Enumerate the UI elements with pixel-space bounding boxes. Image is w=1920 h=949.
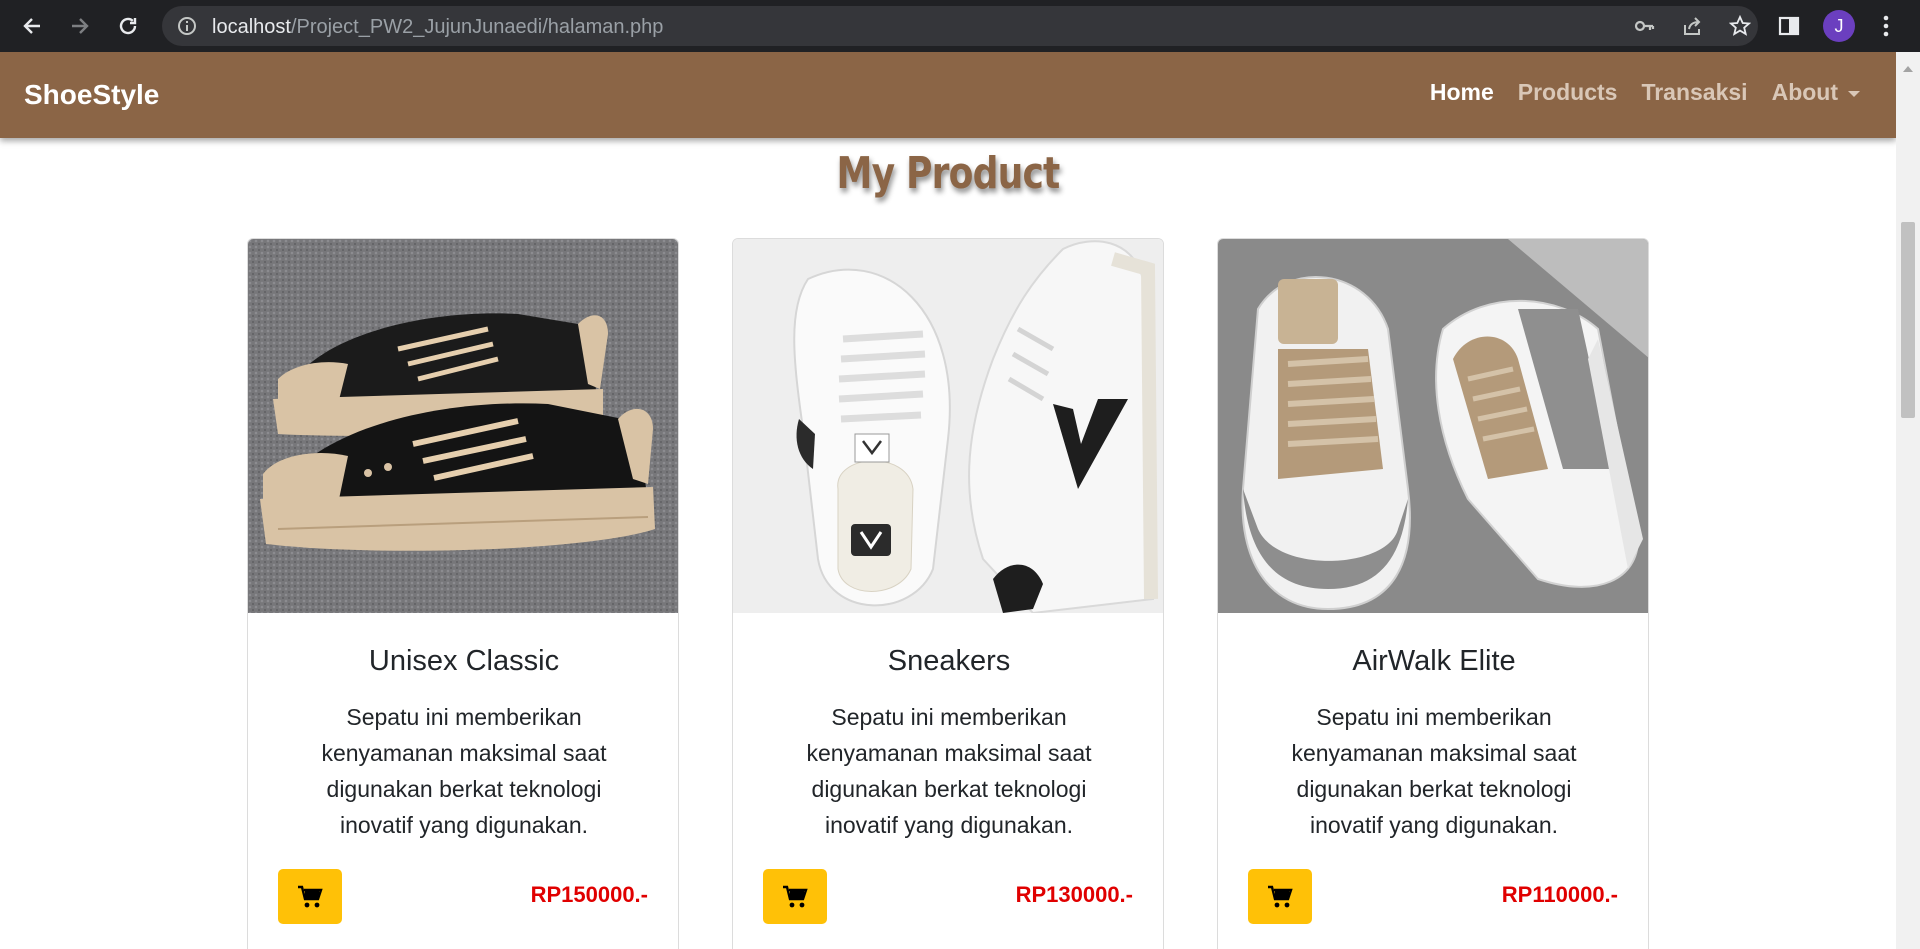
nav-link-products[interactable]: Products [1518, 79, 1618, 106]
nav-links: Home Products Transaksi About [1430, 79, 1860, 106]
nav-link-about-label: About [1771, 79, 1838, 105]
product-description: Sepatu ini memberikan kenyamanan maksima… [1291, 704, 1577, 838]
bookmark-star-icon[interactable] [1724, 10, 1756, 42]
profile-avatar[interactable]: J [1823, 10, 1855, 42]
brand-logo[interactable]: ShoeStyle [24, 79, 159, 111]
product-description: Sepatu ini memberikan kenyamanan maksima… [806, 704, 1092, 838]
key-icon[interactable] [1628, 10, 1660, 42]
cart-icon [1268, 885, 1293, 907]
address-bar[interactable]: localhost/Project_PW2_JujunJunaedi/halam… [162, 6, 1758, 46]
add-to-cart-button[interactable] [763, 869, 827, 924]
share-icon[interactable] [1676, 10, 1708, 42]
product-image-black-sneakers [248, 239, 678, 613]
page-content: ShoeStyle Home Products Transaksi About … [0, 52, 1896, 949]
product-name: Unisex Classic [368, 645, 560, 677]
product-card: Unisex Classic Sepatu ini memberikan ken… [247, 238, 679, 949]
nav-link-home[interactable]: Home [1430, 79, 1494, 106]
product-description: Sepatu ini memberikan kenyamanan maksima… [321, 704, 607, 838]
dropdown-caret-icon [1848, 90, 1860, 97]
product-card: AirWalk Elite Sepatu ini memberikan keny… [1217, 238, 1649, 949]
product-image-white-sneakers [733, 239, 1163, 613]
add-to-cart-button[interactable] [1248, 869, 1312, 924]
scrollbar-thumb[interactable] [1901, 222, 1915, 418]
add-to-cart-button[interactable] [278, 869, 342, 924]
page-scrollbar[interactable] [1896, 52, 1920, 949]
product-price: RP110000.- [1501, 882, 1618, 907]
nav-link-about[interactable]: About [1772, 79, 1860, 106]
back-icon[interactable] [16, 10, 48, 42]
site-info-icon[interactable] [178, 17, 196, 35]
forward-icon[interactable] [64, 10, 96, 42]
product-image-grey-sneakers [1218, 239, 1648, 613]
product-name: Sneakers [887, 645, 1011, 677]
product-name: AirWalk Elite [1352, 645, 1516, 677]
site-navbar: ShoeStyle Home Products Transaksi About [0, 52, 1896, 138]
reload-icon[interactable] [112, 10, 144, 42]
menu-dots-icon[interactable] [1870, 10, 1902, 42]
product-card: Sneakers Sepatu ini memberikan kenyamana… [732, 238, 1164, 949]
url-text: localhost/Project_PW2_JujunJunaedi/halam… [212, 16, 664, 38]
cart-icon [783, 885, 808, 907]
scroll-up-arrow-icon[interactable] [1903, 66, 1913, 72]
side-panel-icon[interactable] [1773, 10, 1805, 42]
section-title: My Product [836, 148, 1061, 199]
nav-link-transaksi[interactable]: Transaksi [1641, 79, 1747, 106]
product-price: RP130000.- [1015, 882, 1133, 907]
product-price: RP150000.- [530, 882, 648, 907]
cart-icon [298, 885, 323, 907]
browser-toolbar: localhost/Project_PW2_JujunJunaedi/halam… [0, 0, 1920, 52]
